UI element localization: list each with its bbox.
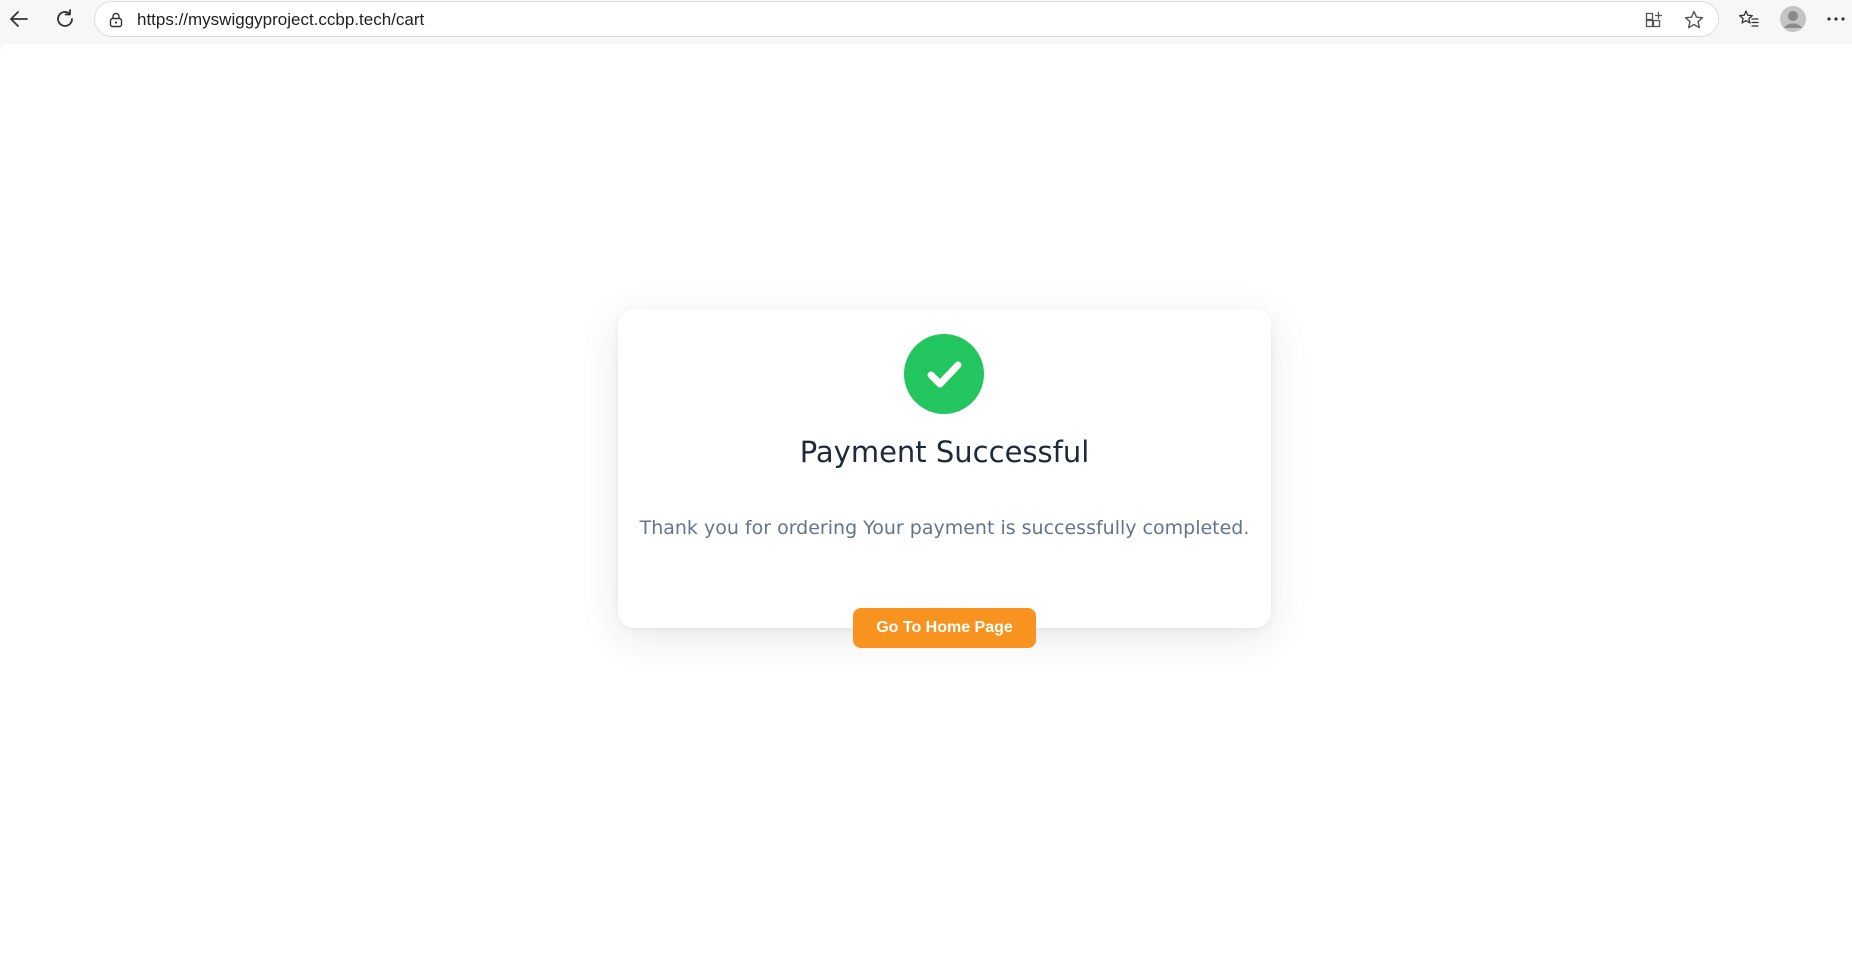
go-to-home-button[interactable]: Go To Home Page: [853, 608, 1036, 648]
payment-message: Thank you for ordering Your payment is s…: [639, 517, 1250, 539]
star-icon[interactable]: [1682, 8, 1706, 32]
reload-button[interactable]: [50, 4, 80, 34]
reload-icon: [57, 9, 73, 27]
url-text[interactable]: https://myswiggyproject.ccbp.tech/cart: [137, 10, 424, 30]
page-content: Payment Successful Thank you for orderin…: [0, 44, 1852, 958]
address-bar[interactable]: https://myswiggyproject.ccbp.tech/cart: [94, 1, 1719, 37]
success-check-icon: [904, 334, 984, 414]
browser-toolbar: https://myswiggyproject.ccbp.tech/cart: [0, 0, 1852, 38]
lock-icon[interactable]: [107, 11, 125, 29]
favorites-icon[interactable]: [1735, 5, 1763, 33]
payment-title: Payment Successful: [799, 435, 1090, 469]
payment-success-card: Payment Successful Thank you for orderin…: [618, 309, 1271, 648]
arrow-left-icon: [10, 11, 28, 27]
more-icon[interactable]: [1822, 5, 1850, 33]
back-button[interactable]: [4, 4, 34, 34]
add-app-icon[interactable]: [1642, 8, 1666, 32]
profile-avatar[interactable]: [1779, 5, 1807, 33]
